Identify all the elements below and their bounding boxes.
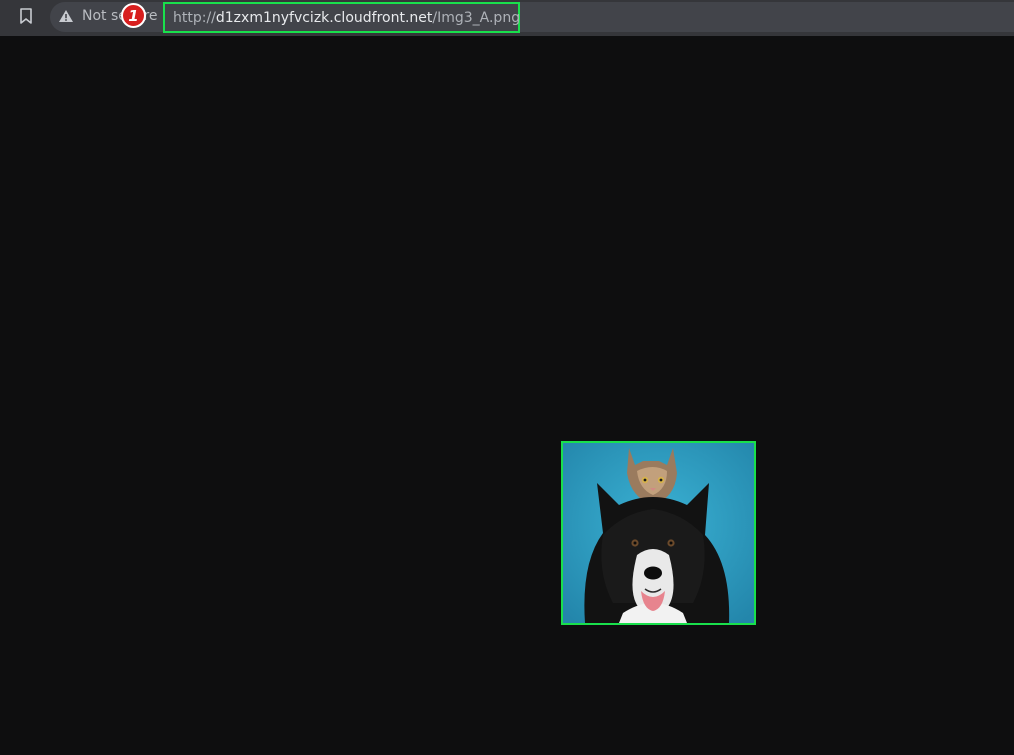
url-scheme: http:// xyxy=(173,9,216,26)
bookmark-icon xyxy=(20,8,32,24)
dog-and-cat-photo xyxy=(563,443,754,623)
displayed-image[interactable] xyxy=(561,441,756,625)
url-host: d1zxm1nyfvcizk.cloudfront.net xyxy=(215,9,433,26)
annotation-marker: 1 xyxy=(121,3,146,28)
bookmark-button[interactable] xyxy=(12,4,40,28)
page-viewport xyxy=(0,36,1014,755)
url-field[interactable]: http://d1zxm1nyfvcizk.cloudfront.net/Img… xyxy=(163,2,520,33)
security-label: Not secure xyxy=(82,8,158,24)
url-path: /Img3_A.png xyxy=(432,9,521,26)
warning-triangle-icon xyxy=(59,10,73,22)
browser-toolbar: Not secure http://d1zxm1nyfvcizk.cloudfr… xyxy=(0,0,1014,36)
